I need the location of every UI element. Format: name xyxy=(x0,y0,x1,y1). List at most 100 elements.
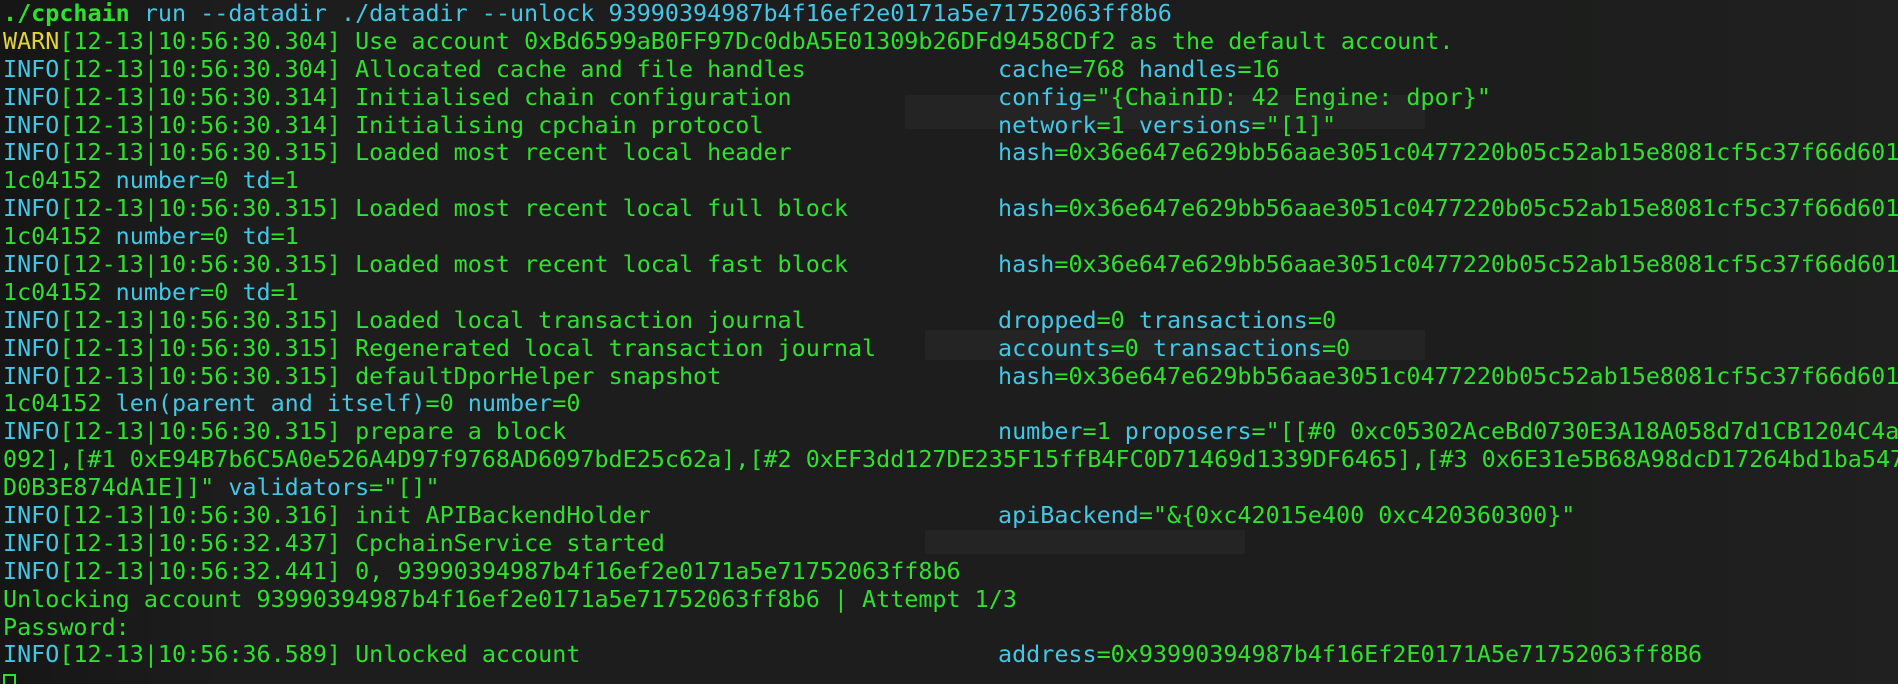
context-key: td xyxy=(242,167,271,195)
context-value: D0B3E874dA1E]]" xyxy=(3,474,215,502)
log-message: 1c04152 number=0 td=1 xyxy=(3,223,299,251)
log-message: INFO[12-13|10:56:30.315] defaultDporHelp… xyxy=(3,363,721,391)
log-message: 1c04152 number=0 td=1 xyxy=(3,278,299,306)
context-key: validators xyxy=(228,474,370,502)
log-level: INFO xyxy=(3,334,60,362)
log-level: INFO xyxy=(3,529,60,557)
context-value: 0 xyxy=(214,278,229,306)
log-timestamp: [12-13|10:56:30.304] xyxy=(59,27,341,55)
context-value: 1 xyxy=(284,278,299,306)
context-key: config xyxy=(998,83,1083,111)
context-value: "[[#0 0xc05302AceBd0730E3A18A058d7d1CB12… xyxy=(1265,418,1898,446)
log-timestamp: [12-13|10:56:30.315] xyxy=(59,362,341,390)
context-key: number xyxy=(115,167,201,195)
command-program: ./cpchain xyxy=(3,0,130,27)
context-key: handles xyxy=(1138,55,1238,83)
log-text: Loaded most recent local full block xyxy=(341,195,848,223)
context-key: transactions xyxy=(1152,334,1322,362)
context-key: hash xyxy=(998,195,1055,223)
context-key: dropped xyxy=(998,306,1097,334)
log-context: hash=0x36e647e629bb56aae3051c0477220b05c… xyxy=(998,195,1898,223)
context-key: hash xyxy=(998,362,1055,390)
context-value: 1 xyxy=(1110,111,1125,139)
log-timestamp: [12-13|10:56:36.589] xyxy=(59,641,341,669)
context-value: 1c04152 xyxy=(3,223,102,251)
log-line: 092],[#1 0xE94B7b6C5A0e526A4D97f9768AD60… xyxy=(3,446,1898,474)
context-key: len(parent and itself) xyxy=(115,390,426,418)
log-message: INFO[12-13|10:56:32.441] 0, 93990394987b… xyxy=(3,558,961,586)
context-value: "[]" xyxy=(383,474,440,502)
log-context: hash=0x36e647e629bb56aae3051c0477220b05c… xyxy=(998,362,1898,390)
context-key: accounts xyxy=(998,334,1111,362)
log-timestamp: [12-13|10:56:30.316] xyxy=(59,502,341,530)
context-value: 1 xyxy=(284,223,299,251)
context-key: number xyxy=(115,278,201,306)
log-line: INFO[12-13|10:56:30.315] defaultDporHelp… xyxy=(3,363,1898,391)
log-timestamp: [12-13|10:56:30.315] xyxy=(59,334,341,362)
log-context: network=1 versions="[1]" xyxy=(998,111,1337,139)
log-line: Unlocking account 93990394987b4f16ef2e01… xyxy=(3,586,1898,614)
context-value: 0 xyxy=(1336,334,1351,362)
log-message: INFO[12-13|10:56:30.304] Allocated cache… xyxy=(3,56,806,84)
log-line: INFO[12-13|10:56:30.314] Initialised cha… xyxy=(3,84,1898,112)
log-line: INFO[12-13|10:56:30.315] Loaded most rec… xyxy=(3,139,1898,167)
log-line: INFO[12-13|10:56:30.304] Allocated cache… xyxy=(3,56,1898,84)
log-text: Initialising cpchain protocol xyxy=(341,111,764,139)
log-timestamp: [12-13|10:56:30.314] xyxy=(59,111,341,139)
cursor-block[interactable] xyxy=(3,674,16,684)
log-text: Use account 0xBd6599aB0FF97Dc0dbA5E01309… xyxy=(341,27,1454,55)
log-level: WARN xyxy=(3,27,60,55)
context-key: number xyxy=(998,418,1083,446)
log-level: INFO xyxy=(3,362,60,390)
log-message: WARN[12-13|10:56:30.304] Use account 0xB… xyxy=(3,28,1454,56)
context-value: 0 xyxy=(1321,306,1337,334)
log-text: CpchainService started xyxy=(341,529,665,557)
log-message: INFO[12-13|10:56:30.315] Loaded most rec… xyxy=(3,139,792,167)
log-text: Allocated cache and file handles xyxy=(341,55,806,83)
context-key: cache xyxy=(998,55,1069,83)
prompt-line[interactable] xyxy=(3,669,1898,684)
log-timestamp: [12-13|10:56:30.304] xyxy=(59,55,341,83)
log-message: INFO[12-13|10:56:36.589] Unlocked accoun… xyxy=(3,641,580,669)
command-arguments: run --datadir ./datadir --unlock 9399039… xyxy=(129,0,1172,27)
context-key: hash xyxy=(998,251,1055,279)
log-message: INFO[12-13|10:56:32.437] CpchainService … xyxy=(3,530,665,558)
terminal-window[interactable]: ./cpchain run --datadir ./datadir --unlo… xyxy=(0,0,1898,684)
context-value: 0 xyxy=(214,167,229,195)
context-value: 0x36e647e629bb56aae3051c0477220b05c52ab1… xyxy=(1068,251,1898,279)
context-key: proposers xyxy=(1124,418,1252,446)
log-text: Unlocked account xyxy=(341,641,581,669)
log-output[interactable]: WARN[12-13|10:56:30.304] Use account 0xB… xyxy=(3,28,1898,669)
log-message: D0B3E874dA1E]]" validators="[]" xyxy=(3,474,440,502)
log-text: Loaded most recent local header xyxy=(341,139,792,167)
log-line: INFO[12-13|10:56:30.315] Loaded most rec… xyxy=(3,195,1898,223)
context-key: number xyxy=(115,223,201,251)
log-level: INFO xyxy=(3,195,60,223)
log-line: INFO[12-13|10:56:36.589] Unlocked accoun… xyxy=(3,641,1898,669)
log-context: number=1 proposers="[[#0 0xc05302AceBd07… xyxy=(998,418,1898,446)
log-text: Unlocking account 93990394987b4f16ef2e01… xyxy=(3,585,1017,613)
log-timestamp: [12-13|10:56:30.315] xyxy=(59,306,341,334)
log-level: INFO xyxy=(3,55,60,83)
log-message: INFO[12-13|10:56:30.315] Loaded local tr… xyxy=(3,307,806,335)
log-text: defaultDporHelper snapshot xyxy=(341,362,722,390)
log-message: Unlocking account 93990394987b4f16ef2e01… xyxy=(3,586,1017,614)
log-level: INFO xyxy=(3,306,60,334)
log-message: INFO[12-13|10:56:30.315] Loaded most rec… xyxy=(3,251,848,279)
log-text: init APIBackendHolder xyxy=(341,502,651,530)
log-line: D0B3E874dA1E]]" validators="[]" xyxy=(3,474,1898,502)
context-value: 0x36e647e629bb56aae3051c0477220b05c52ab1… xyxy=(1068,195,1898,223)
log-line: INFO[12-13|10:56:30.315] Regenerated loc… xyxy=(3,335,1898,363)
log-message: INFO[12-13|10:56:30.314] Initialised cha… xyxy=(3,84,792,112)
log-timestamp: [12-13|10:56:30.315] xyxy=(59,139,341,167)
log-text: Password: xyxy=(3,613,130,641)
log-message: INFO[12-13|10:56:30.314] Initialising cp… xyxy=(3,112,763,140)
command-line: ./cpchain run --datadir ./datadir --unlo… xyxy=(3,0,1898,28)
context-key: td xyxy=(242,278,271,306)
log-timestamp: [12-13|10:56:32.441] xyxy=(59,557,341,585)
log-context: cache=768 handles=16 xyxy=(998,55,1280,83)
context-value: 0x36e647e629bb56aae3051c0477220b05c52ab1… xyxy=(1068,362,1898,390)
context-key: versions xyxy=(1138,111,1252,139)
context-value: 1 xyxy=(284,167,299,195)
context-key: apiBackend xyxy=(998,502,1139,530)
